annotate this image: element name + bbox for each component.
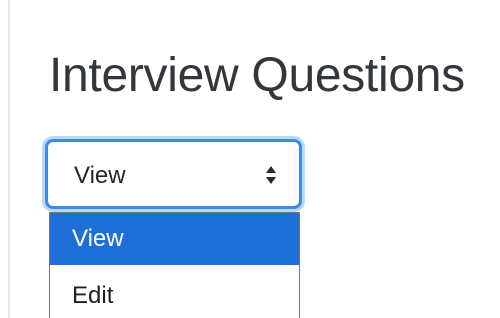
- mode-select-dropdown: View Edit: [49, 212, 300, 318]
- page: Interview Questions View View Edit: [0, 0, 500, 318]
- option-view[interactable]: View: [50, 213, 299, 265]
- option-edit[interactable]: Edit: [50, 270, 299, 318]
- left-divider: [8, 0, 10, 318]
- mode-select-value: View: [74, 162, 126, 189]
- mode-select[interactable]: View: [45, 139, 302, 209]
- up-down-caret-icon: [266, 166, 276, 184]
- page-title: Interview Questions: [49, 49, 465, 102]
